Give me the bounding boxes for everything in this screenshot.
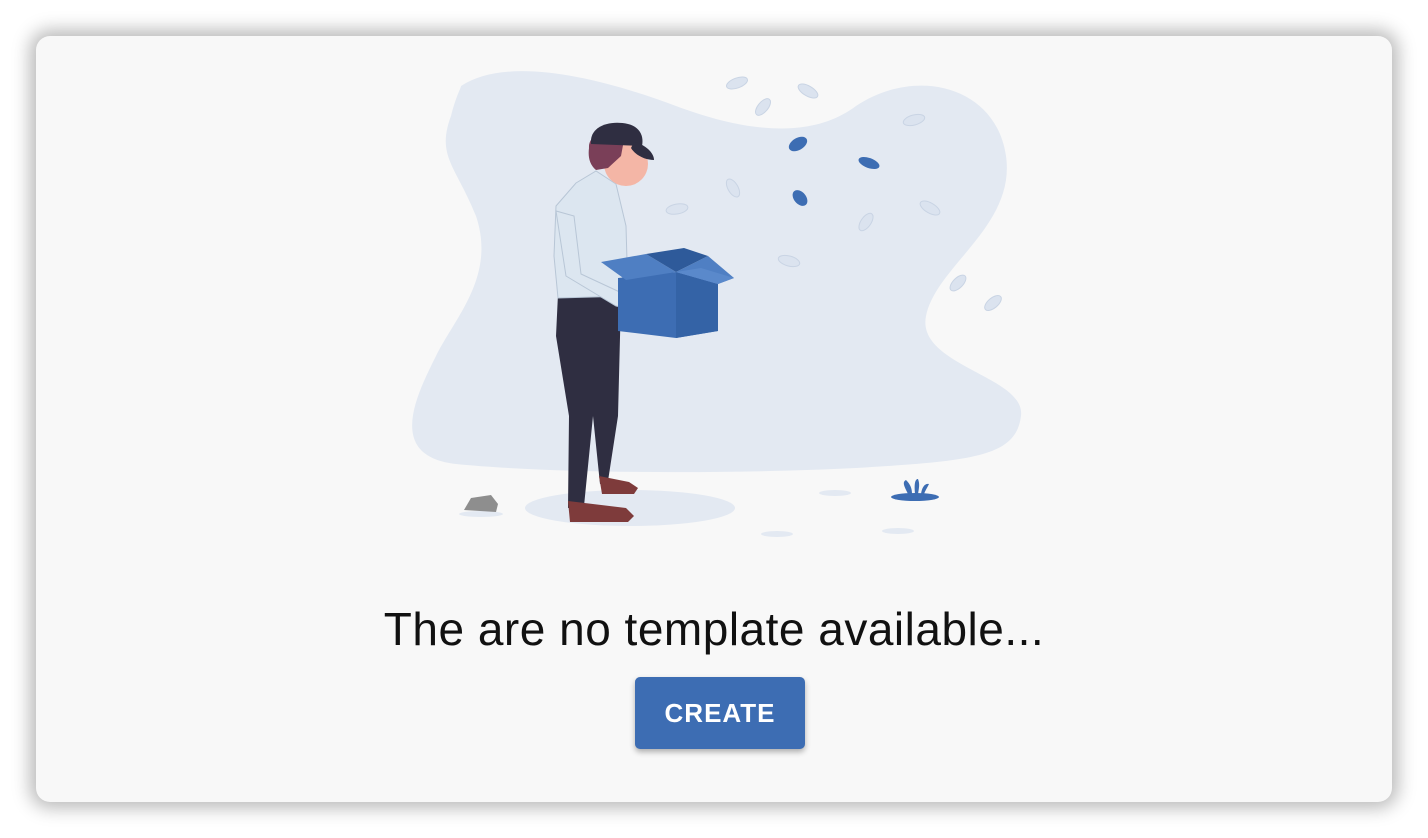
- create-button[interactable]: CREATE: [635, 677, 805, 749]
- ground-shadow: [525, 490, 735, 526]
- empty-state-message: The are no template available...: [383, 603, 1045, 655]
- empty-state-card: The are no template available... CREATE: [36, 36, 1392, 802]
- plant: [891, 479, 939, 501]
- rock: [464, 495, 498, 512]
- empty-box-illustration: [412, 71, 1022, 537]
- box: [601, 248, 734, 338]
